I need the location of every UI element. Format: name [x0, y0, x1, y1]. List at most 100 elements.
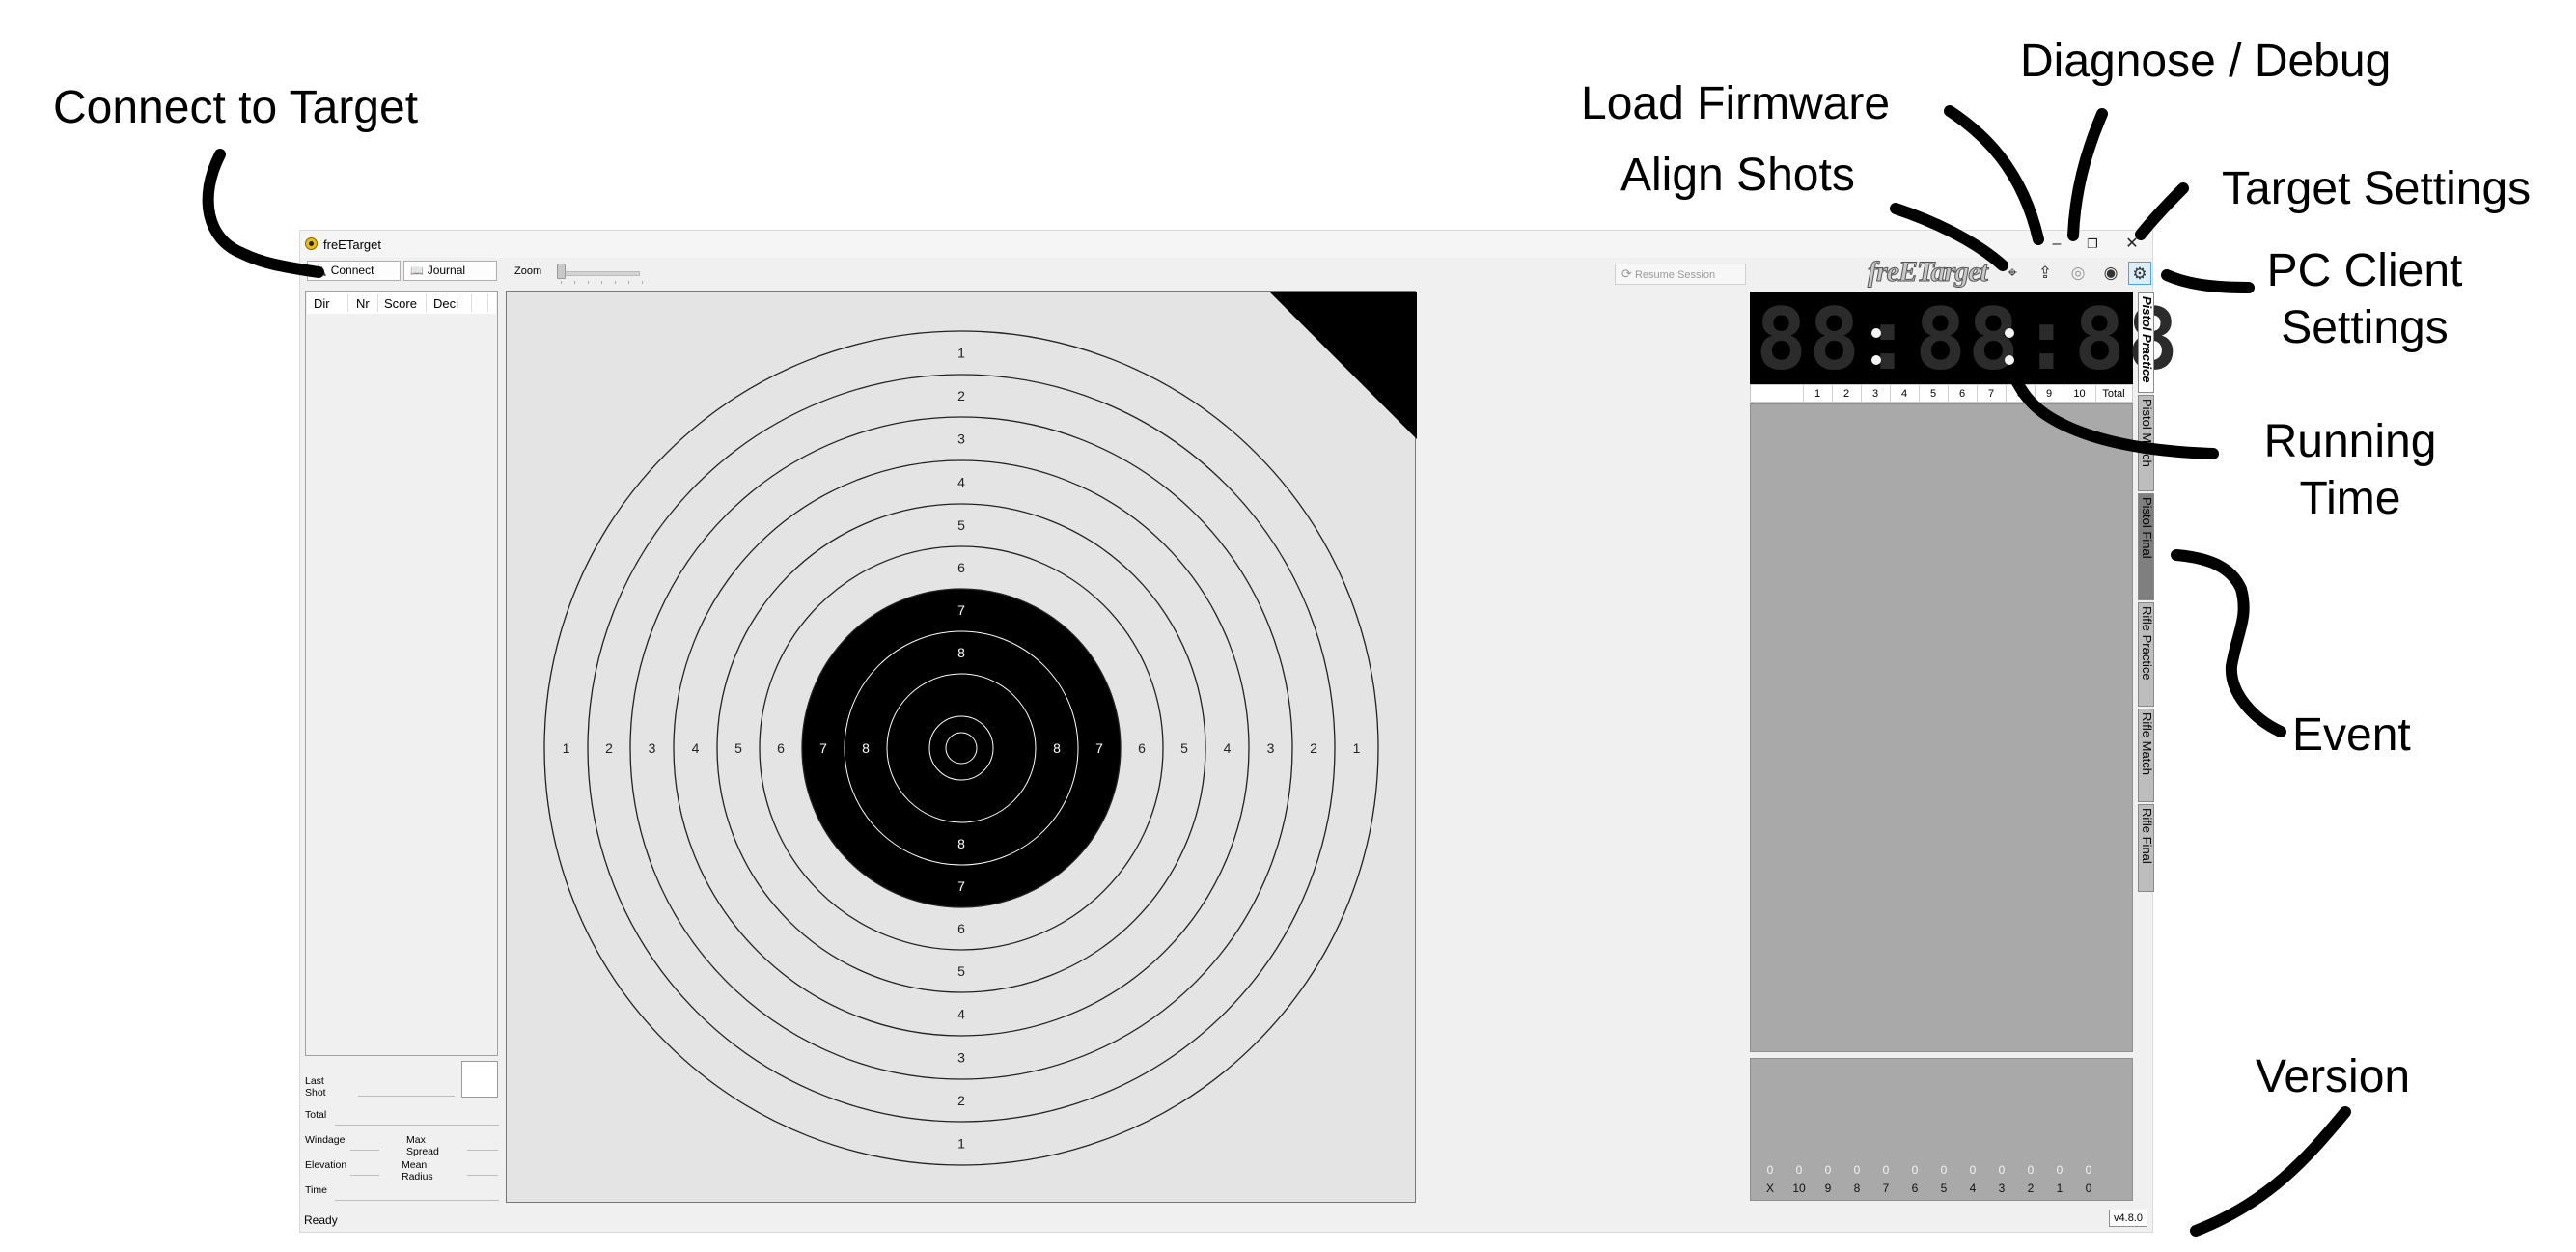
elevation-label: Elevation	[305, 1159, 347, 1171]
event-tab[interactable]: Rifle Match	[2138, 709, 2154, 802]
event-tab-label: Pistol Match	[2140, 399, 2154, 467]
annotation-diagnose-debug: Diagnose / Debug	[2020, 36, 2392, 87]
ring-number-label: 8	[957, 836, 965, 851]
total-value	[335, 1125, 499, 1126]
ring-number-label: 1	[563, 740, 570, 756]
arrow-event	[2171, 549, 2286, 737]
histogram-count: 0	[2085, 1163, 2092, 1177]
score-column-header: 2	[1842, 388, 1850, 400]
score-table-body[interactable]	[1750, 403, 2133, 1052]
ring-number-label: 6	[1138, 740, 1146, 756]
annotation-running-time-line-1: Running	[2263, 416, 2437, 467]
elevation-value	[350, 1175, 379, 1176]
histogram-score-label: 9	[1824, 1182, 1832, 1195]
ring-number-label: 6	[957, 560, 965, 575]
version-badge: v4.8.0	[2109, 1210, 2147, 1227]
annotation-pc-client-settings: PC Client Settings	[2239, 243, 2490, 356]
close-button[interactable]: ✕	[2118, 233, 2147, 256]
upload-firmware-icon[interactable]: ⇪	[2034, 262, 2057, 285]
annotation-version: Version	[2256, 1051, 2411, 1102]
ring-number-label: 4	[957, 1007, 965, 1022]
resume-session-button[interactable]: ⟳ Resume Session	[1615, 264, 1746, 285]
ring-number-label: 1	[1353, 740, 1361, 756]
title-bar: freETarget – ❐ ✕	[300, 231, 2152, 258]
window-title: freETarget	[323, 237, 381, 252]
column-header-nr: Nr	[356, 296, 370, 311]
refresh-icon: ⟳	[1621, 266, 1632, 281]
score-column-header: 10	[2073, 388, 2086, 400]
histogram-score-label: 2	[2027, 1182, 2035, 1195]
clock-colon-dot	[2005, 328, 2014, 338]
target-black-aiming-mark	[802, 589, 1121, 907]
ring-number-label: 7	[957, 602, 965, 618]
histogram-count: 0	[2027, 1163, 2035, 1177]
event-tab[interactable]: Pistol Match	[2138, 395, 2154, 491]
ring-number-label: 2	[957, 388, 965, 403]
fingerprint-debug-icon[interactable]: ◎	[2066, 262, 2090, 285]
windage-label: Windage	[305, 1134, 346, 1146]
app-logo-icon	[305, 237, 318, 250]
resume-session-label: Resume Session	[1634, 269, 1716, 281]
ring-number-label: 2	[1310, 740, 1317, 756]
annotation-running-time: Running Time	[2239, 414, 2461, 527]
mean-radius-label: Mean Radius	[402, 1159, 433, 1182]
histogram-score-label: 5	[1940, 1182, 1948, 1195]
histogram-count: 0	[1882, 1163, 1890, 1177]
gear-settings-icon[interactable]: ⚙	[2128, 262, 2151, 285]
zoom-slider-track[interactable]	[557, 271, 640, 276]
clock-colon-dot	[2005, 355, 2014, 365]
clock-digits: 88:88:88	[1756, 290, 2180, 389]
event-tab-label: Pistol Practice	[2140, 296, 2154, 383]
score-table-header: 1 2 3 4 5 6 7 8 9 10 Total	[1750, 384, 2133, 403]
histogram-score-label: 1	[2056, 1182, 2064, 1195]
toolbar: 🔌 Connect 📖 Journal Zoom ⟳ Resume Session …	[300, 256, 2152, 289]
last-shot-preview	[461, 1061, 498, 1098]
connect-button[interactable]: 🔌 Connect	[307, 261, 401, 281]
annotation-align-shots: Align Shots	[1620, 150, 1855, 201]
event-tab[interactable]: Pistol Final	[2138, 493, 2154, 600]
annotation-pc-client-line-2: Settings	[2281, 301, 2449, 353]
total-label: Total	[305, 1109, 327, 1121]
annotation-load-firmware: Load Firmware	[1581, 78, 1891, 129]
ring-number-label: 8	[862, 740, 870, 756]
score-column-header: 5	[1929, 388, 1937, 400]
minimize-button[interactable]: –	[2042, 233, 2071, 256]
event-tab-label: Rifle Final	[2140, 808, 2154, 864]
ring-number-label: 7	[819, 740, 827, 756]
ring-number-label: 4	[692, 740, 700, 756]
max-spread-label: Max Spread	[406, 1134, 439, 1157]
event-tab[interactable]: Rifle Practice	[2138, 602, 2154, 707]
zoom-label: Zoom	[514, 265, 542, 277]
event-tab-label: Rifle Match	[2140, 712, 2154, 776]
ring-number-label: 4	[957, 475, 965, 490]
annotation-pc-client-line-1: PC Client	[2266, 245, 2463, 296]
shot-list-table[interactable]: Dir Nr Score Deci	[305, 291, 498, 1056]
event-tab[interactable]: Pistol Practice	[2138, 292, 2154, 393]
ring-number-label: 8	[957, 645, 965, 660]
event-tab-label: Pistol Final	[2140, 497, 2154, 559]
status-text: Ready	[304, 1213, 338, 1227]
event-tab[interactable]: Rifle Final	[2138, 804, 2154, 892]
journal-button-label: Journal	[427, 264, 466, 277]
ring-number-label: 6	[957, 921, 965, 936]
ring-number-label: 2	[605, 740, 613, 756]
column-header-deci: Deci	[433, 296, 459, 311]
clock-colon-dot	[1871, 355, 1881, 365]
target-view[interactable]: 1 1 1 1 2 2 2 2 3 3 3 3 4 4 4 4 5 5 5 5 6 6 6 6 7 7 7 7 8 8 8 8	[506, 291, 1417, 1203]
journal-button[interactable]: 📖 Journal	[403, 261, 497, 281]
restore-button[interactable]: ❐	[2078, 233, 2107, 256]
running-time-clock: 88:88:88	[1750, 290, 2178, 389]
target-settings-icon[interactable]: ◉	[2099, 262, 2122, 285]
score-column-header: 7	[1987, 388, 1995, 400]
histogram-count: 0	[1766, 1163, 1774, 1177]
event-tab-label: Rifle Practice	[2140, 606, 2154, 681]
zoom-slider-thumb[interactable]	[557, 264, 566, 279]
freetarget-brand-logo: freETarget	[1868, 256, 1989, 289]
ring-number-label: 3	[649, 740, 656, 756]
align-shots-icon[interactable]: ⌖	[2001, 262, 2024, 285]
arrow-version	[2190, 1106, 2351, 1237]
histogram-score-label: 0	[2085, 1182, 2092, 1195]
ring-number-label: 5	[957, 963, 965, 979]
time-value	[335, 1200, 499, 1201]
histogram-score-label: X	[1765, 1182, 1774, 1195]
